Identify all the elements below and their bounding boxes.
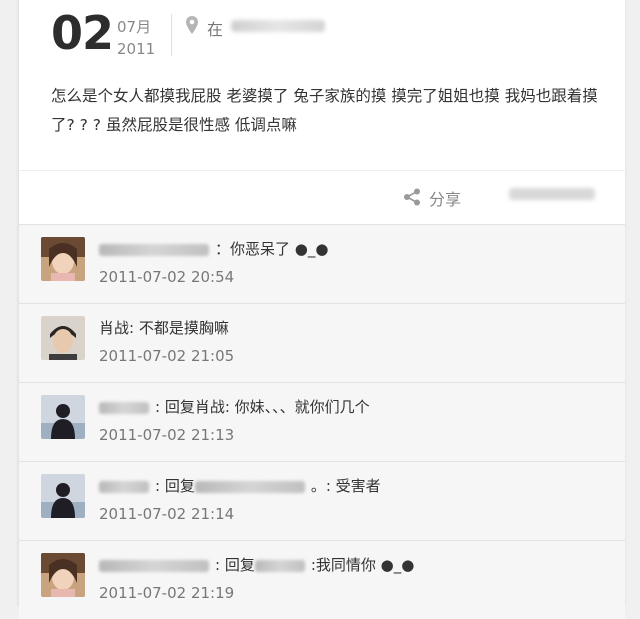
- reply-target-redacted[interactable]: [254, 559, 305, 572]
- comment-text: : 回复肖战: 你妹、、、就你们几个: [155, 398, 370, 416]
- commenter-name[interactable]: 肖战: [99, 319, 129, 337]
- post-month: 07月: [117, 18, 152, 36]
- comment-list: ：你恶呆了 ●_● 2011-07-02 20:54 肖战: 不都是摸胸嘛 20…: [19, 224, 625, 619]
- comment-body: 肖战: 不都是摸胸嘛: [99, 317, 229, 338]
- comment-text: : 不都是摸胸嘛: [129, 319, 229, 337]
- comment-body: : 回复肖战: 你妹、、、就你们几个: [99, 396, 370, 417]
- location-label: 在: [207, 20, 224, 39]
- date-divider: [171, 14, 172, 56]
- comment-body: : 回复 。: 受害者: [99, 475, 381, 496]
- comment-time: 2011-07-02 21:14: [99, 505, 235, 523]
- comment-text: ：你恶呆了 ●_●: [215, 240, 329, 258]
- comment-time: 2011-07-02 21:13: [99, 426, 235, 444]
- avatar[interactable]: [41, 474, 85, 518]
- comment-text-suffix: 。: 受害者: [310, 477, 381, 495]
- post-day: 02: [51, 6, 114, 60]
- location-pin-icon: [186, 16, 198, 34]
- commenter-name-redacted[interactable]: [99, 401, 149, 414]
- comment-item: 肖战: 不都是摸胸嘛 2011-07-02 21:05: [19, 303, 625, 382]
- reply-target-redacted[interactable]: [194, 480, 305, 493]
- comment-item: : 回复肖战: 你妹、、、就你们几个 2011-07-02 21:13: [19, 382, 625, 461]
- comment-item: ：你恶呆了 ●_● 2011-07-02 20:54: [19, 224, 625, 303]
- comment-time: 2011-07-02 21:19: [99, 584, 235, 602]
- comment-text: : 回复: [215, 556, 255, 574]
- avatar[interactable]: [41, 237, 85, 281]
- comment-text-suffix: :我同情你 ●_●: [310, 556, 415, 574]
- commenter-name-redacted[interactable]: [99, 243, 209, 256]
- comment-text: : 回复: [155, 477, 195, 495]
- post-card: 02 07月 2011 在 怎么是个女人都摸我屁股 老婆摸了 兔子家族的摸 摸完…: [18, 0, 625, 619]
- comment-item: : 回复 :我同情你 ●_● 2011-07-02 21:19: [19, 540, 625, 619]
- avatar[interactable]: [41, 553, 85, 597]
- comment-time: 2011-07-02 21:05: [99, 347, 235, 365]
- comment-body: : 回复 :我同情你 ●_●: [99, 554, 414, 575]
- commenter-name-redacted[interactable]: [99, 480, 149, 493]
- location-name-redacted: [231, 20, 325, 32]
- post-text: 怎么是个女人都摸我屁股 老婆摸了 兔子家族的摸 摸完了姐姐也摸 我妈也跟着摸了?…: [51, 87, 598, 134]
- comment-item: : 回复 。: 受害者 2011-07-02 21:14: [19, 461, 625, 540]
- comment-time: 2011-07-02 20:54: [99, 268, 235, 286]
- share-icon[interactable]: [403, 188, 421, 206]
- post-year: 2011: [117, 40, 156, 58]
- avatar[interactable]: [41, 316, 85, 360]
- comment-body: ：你恶呆了 ●_●: [99, 238, 328, 259]
- share-button[interactable]: 分享: [429, 186, 461, 210]
- commenter-name-redacted[interactable]: [99, 559, 209, 572]
- redacted-action: [509, 188, 595, 200]
- avatar[interactable]: [41, 395, 85, 439]
